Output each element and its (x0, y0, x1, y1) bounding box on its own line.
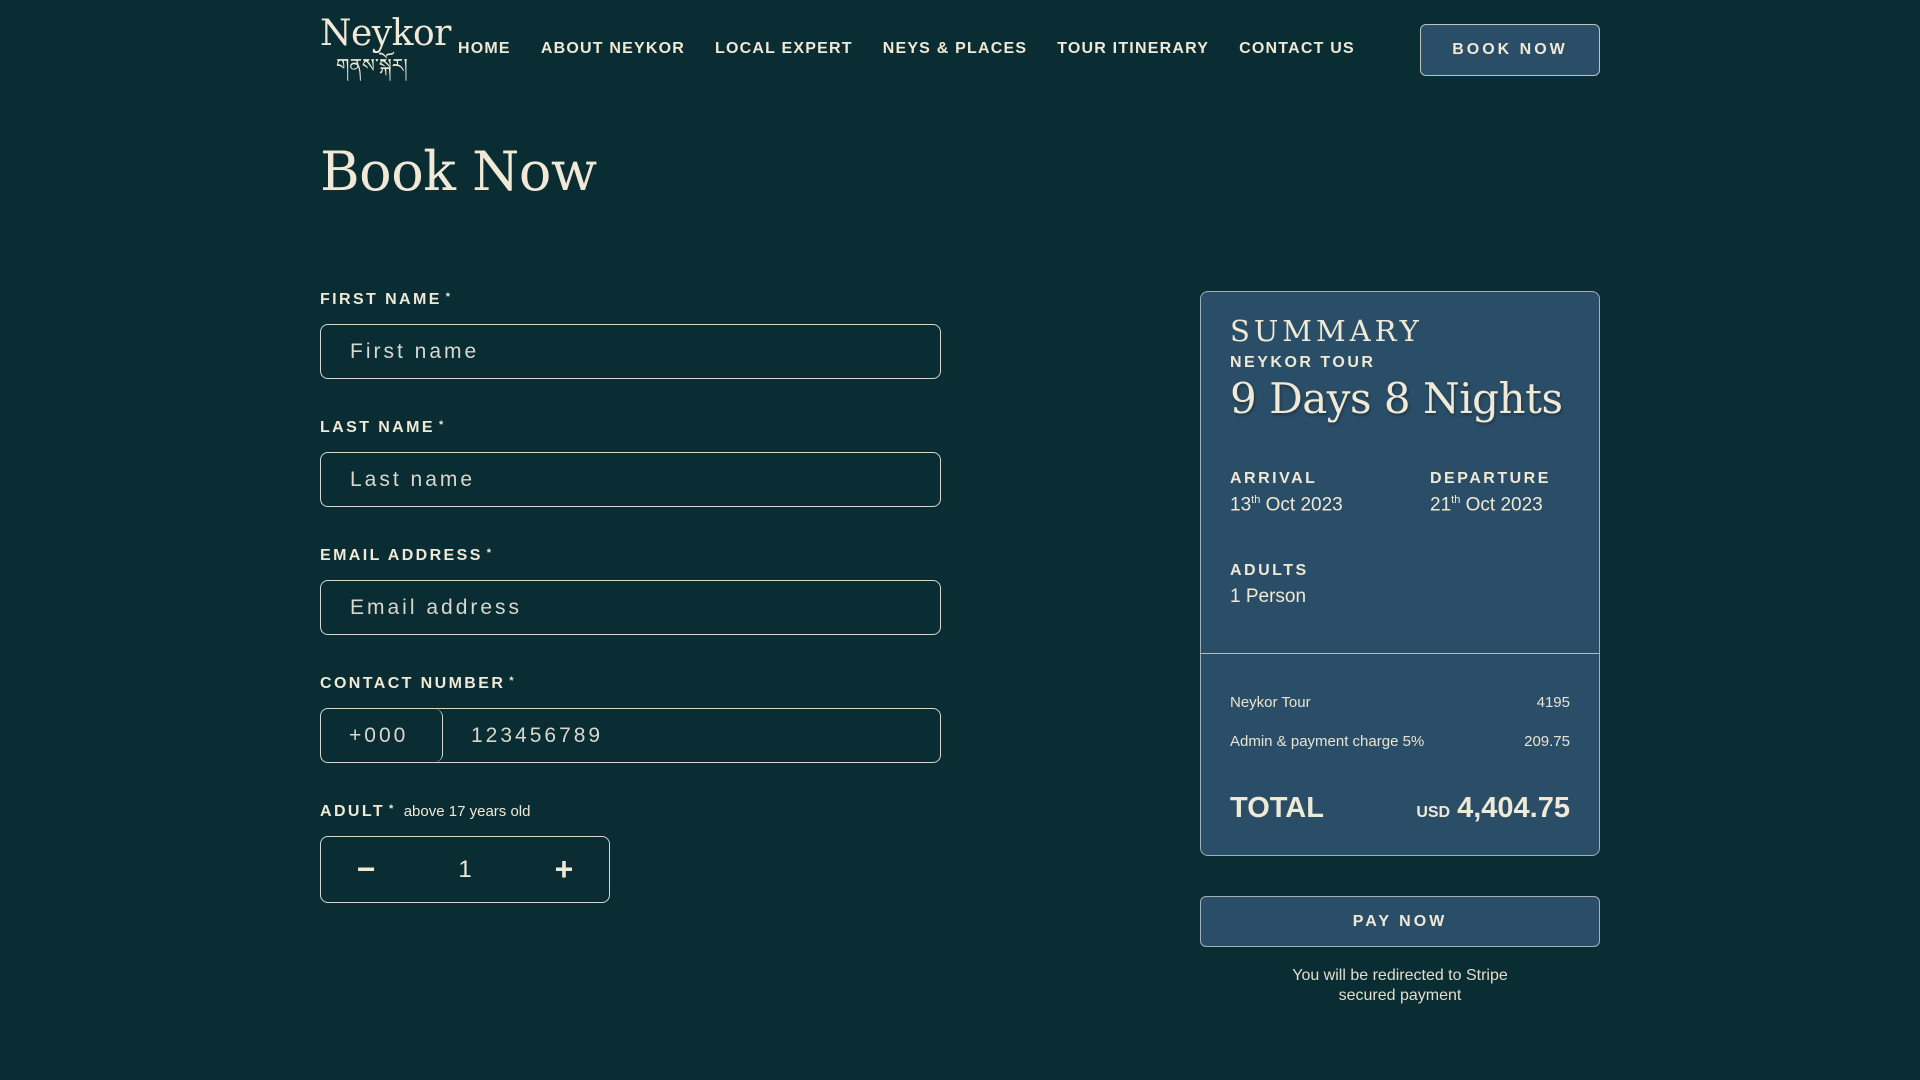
contact-number-label-text: CONTACT NUMBER (320, 675, 506, 692)
first-name-input[interactable]: First name (320, 324, 941, 379)
tour-duration: 9 Days 8 Nights (1230, 374, 1563, 423)
summary-subtitle: NEYKOR TOUR (1230, 354, 1376, 371)
line-item: Admin & payment charge 5% 209.75 (1230, 733, 1570, 750)
adults-label: ADULTS (1230, 562, 1309, 579)
adult-label: ADULT * above 17 years old (320, 803, 530, 821)
first-name-label-text: FIRST NAME (320, 291, 442, 308)
adult-label-text: ADULT (320, 803, 386, 820)
stripe-redirect-note: You will be redirected to Stripe secured… (1200, 966, 1600, 1006)
note-line-1: You will be redirected to Stripe (1292, 967, 1508, 984)
arrival-day-suffix: th (1251, 494, 1261, 506)
book-now-button[interactable]: BOOK NOW (1420, 24, 1600, 76)
arrival-day: 13 (1230, 494, 1252, 516)
logo-text: Neykor (320, 13, 451, 54)
total-amount: USD 4,404.75 (1416, 792, 1570, 825)
last-name-label-text: LAST NAME (320, 419, 435, 436)
contact-number-label: CONTACT NUMBER * (320, 675, 516, 693)
total-label: TOTAL (1230, 792, 1324, 824)
adult-count: 1 (458, 855, 472, 883)
line-item-amount: 209.75 (1524, 733, 1570, 750)
plus-icon[interactable]: + (549, 851, 579, 888)
total-row: TOTAL USD 4,404.75 (1230, 792, 1570, 825)
departure-day: 21 (1430, 494, 1452, 516)
total-value: 4,404.75 (1457, 792, 1570, 824)
phone-number-input[interactable]: 123456789 (443, 709, 940, 762)
arrival-label: ARRIVAL (1230, 470, 1318, 487)
note-line-2: secured payment (1338, 987, 1462, 1004)
country-code-input[interactable]: +000 (321, 709, 443, 762)
minus-icon[interactable]: − (351, 851, 381, 888)
arrival-date: 13th Oct 2023 (1230, 494, 1343, 516)
required-marker: * (389, 803, 396, 815)
adult-hint: above 17 years old (403, 803, 531, 820)
summary-panel: SUMMARY NEYKOR TOUR 9 Days 8 Nights ARRI… (1200, 291, 1600, 856)
total-currency: USD (1416, 804, 1451, 821)
contact-number-group: +000 123456789 (320, 708, 941, 763)
departure-date: 21th Oct 2023 (1430, 494, 1543, 516)
line-item-name: Admin & payment charge 5% (1230, 733, 1425, 750)
last-name-label: LAST NAME * (320, 419, 446, 437)
required-marker: * (438, 419, 446, 431)
adult-stepper: − 1 + (320, 836, 610, 903)
page-title: Book Now (320, 140, 597, 203)
summary-title: SUMMARY (1230, 314, 1423, 348)
departure-month-year: Oct 2023 (1460, 494, 1543, 516)
nav-local-expert[interactable]: LOCAL EXPERT (715, 40, 853, 58)
arrival-month-year: Oct 2023 (1260, 494, 1343, 516)
logo-subtext: གནས་སྐོར། (336, 55, 408, 77)
nav-about-neykor[interactable]: ABOUT NEYKOR (541, 40, 685, 58)
main-nav: HOME ABOUT NEYKOR LOCAL EXPERT NEYS & PL… (458, 40, 1355, 58)
required-marker: * (486, 547, 494, 559)
nav-contact-us[interactable]: CONTACT US (1239, 40, 1355, 58)
line-item-name: Neykor Tour (1230, 694, 1311, 711)
summary-divider (1201, 653, 1599, 654)
required-marker: * (509, 675, 516, 687)
adults-value: 1 Person (1230, 586, 1307, 607)
nav-neys-places[interactable]: NEYS & PLACES (883, 40, 1028, 58)
departure-day-suffix: th (1451, 494, 1461, 506)
email-input[interactable]: Email address (320, 580, 941, 635)
first-name-label: FIRST NAME * (320, 291, 452, 309)
line-item-amount: 4195 (1536, 694, 1570, 711)
pay-now-button[interactable]: PAY NOW (1200, 896, 1600, 947)
last-name-input[interactable]: Last name (320, 452, 941, 507)
line-item: Neykor Tour 4195 (1230, 694, 1570, 711)
logo[interactable]: Neykor གནས་སྐོར། (320, 13, 451, 78)
email-label: EMAIL ADDRESS * (320, 547, 493, 565)
nav-tour-itinerary[interactable]: TOUR ITINERARY (1057, 40, 1209, 58)
departure-label: DEPARTURE (1430, 470, 1551, 487)
nav-home[interactable]: HOME (458, 40, 511, 58)
required-marker: * (445, 291, 453, 303)
email-label-text: EMAIL ADDRESS (320, 547, 483, 564)
